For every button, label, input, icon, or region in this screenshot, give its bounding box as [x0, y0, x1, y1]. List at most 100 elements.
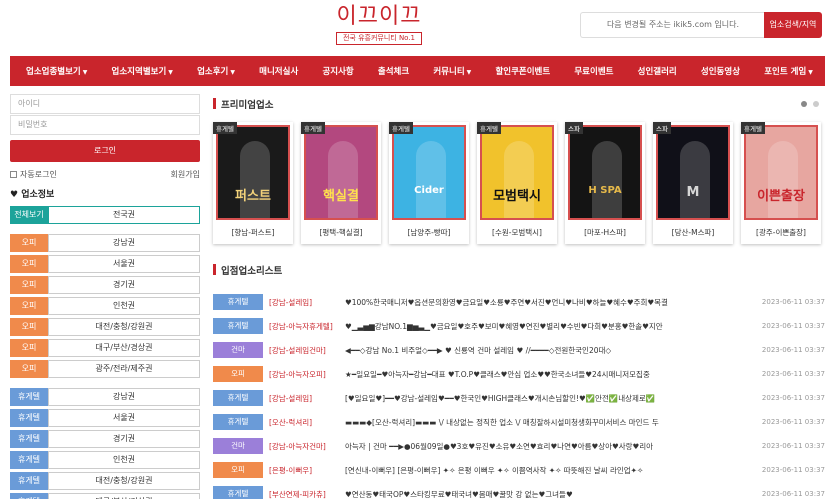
card-image[interactable]: 모범택시 [480, 125, 554, 220]
premium-card[interactable]: M 스파 [당산-M스파] [653, 122, 733, 244]
category-region[interactable]: 서울권 [48, 255, 200, 273]
premium-card[interactable]: 핵실결 휴게텔 [평택-핵실결] [301, 122, 381, 244]
region-row[interactable]: 휴게텔대구/부산/경상권 [10, 493, 200, 499]
person-silhouette [240, 141, 270, 218]
business-name[interactable]: [강남-아늑자건마] [263, 441, 345, 452]
listing-title[interactable]: [연신내-이뻐우] [은평-이뻐우] ✦✧ 은평 이뻐우 ✦✧ 이쁨역사작 ✦✧… [345, 465, 759, 476]
listing-title[interactable]: ◀━━◇강남 No.1 비주얼◇━━▶ ♥ 신룡역 건마 설레임 ♥ //━━━… [345, 345, 759, 356]
list-row[interactable]: 휴게텔 [강남-아늑자휴게텔] ♥▁▃▅▆강남NO.1▆▅▃▁♥금요일♥호주♥보미♥… [213, 314, 825, 338]
listing-title[interactable]: ♥100%한국매니저♥옵션문의환영♥금요일♥소룡♥주연♥서진♥언니♥나비♥하늘♥… [345, 297, 759, 308]
business-name[interactable]: [강남-설레임건마] [263, 345, 345, 356]
join-link[interactable]: 회원가입 [171, 169, 200, 180]
nav-item[interactable]: 업소후기 ▼ [197, 65, 235, 77]
region-row[interactable]: 오피 서울권 [10, 255, 200, 273]
nav-item[interactable]: 출석체크 [378, 65, 409, 77]
region-row[interactable]: 오피 광주/전라/제주권 [10, 360, 200, 378]
business-name[interactable]: [강남-설레임] [263, 297, 345, 308]
listing-title[interactable]: ▬▬▬◆[오산-럭셔리]▬▬▬ \/ 내상없는 정직한 업소 \/ 매칭잘하시설… [345, 417, 759, 428]
region-row[interactable]: 오피 대전/충청/강원권 [10, 318, 200, 336]
listing-title[interactable]: [♥일요일♥]━━♥강남-설레임♥━━♥한국인♥HIGH클래스♥개시손님할인!♥… [345, 393, 759, 404]
nav-item[interactable]: 성인동영상 [701, 65, 740, 77]
list-row[interactable]: 휴게텔 [오산-럭셔리] ▬▬▬◆[오산-럭셔리]▬▬▬ \/ 내상없는 정직한 업… [213, 410, 825, 434]
business-name[interactable]: [강남-아늑자휴게텔] [263, 321, 345, 332]
auto-login-checkbox[interactable]: 자동로그인 [10, 169, 57, 180]
username-input[interactable]: 아이디 [10, 94, 200, 114]
nav-item[interactable]: 업소지역별보기 ▼ [112, 65, 173, 77]
region-row[interactable]: 휴게텔 인천권 [10, 451, 200, 469]
category-region[interactable]: 대구/부산/경상권 [48, 493, 200, 499]
category-region[interactable]: 경기권 [48, 430, 200, 448]
card-caption[interactable]: [평택-핵실결] [301, 227, 381, 238]
category-region[interactable]: 대구/부산/경상권 [48, 339, 200, 357]
business-name[interactable]: [강남-아늑자오피] [263, 369, 345, 380]
premium-card[interactable]: H SPA 스파 [마포-H스파] [565, 122, 645, 244]
nav-item[interactable]: 포인트 게임 ▼ [764, 65, 813, 77]
card-image[interactable]: 이쁜출장 [744, 125, 818, 220]
business-name[interactable]: [부산연제-피카츄] [263, 489, 345, 499]
region-row[interactable]: 휴게텔 대전/충청/강원권 [10, 472, 200, 490]
password-input[interactable]: 비밀번호 [10, 115, 200, 135]
premium-card[interactable]: 이쁜출장 휴게텔 [광주-이쁜출장] [741, 122, 821, 244]
category-region[interactable]: 전국권 [48, 206, 200, 224]
checkbox-icon[interactable] [10, 170, 17, 178]
card-image[interactable]: 핵실결 [304, 125, 378, 220]
login-button[interactable]: 로그인 [10, 140, 200, 162]
card-image[interactable]: H SPA [568, 125, 642, 220]
card-caption[interactable]: [마포-H스파] [565, 227, 645, 238]
category-region[interactable]: 대전/충청/강원권 [48, 318, 200, 336]
premium-card[interactable]: Cider 휴게텔 [남양주-빵따] [389, 122, 469, 244]
list-row[interactable]: 오피 [강남-아늑자오피] ★━일요일━♥아늑자━강남━대표 ♥T.O.P♥클래스♥… [213, 362, 825, 386]
category-region[interactable]: 인천권 [48, 451, 200, 469]
card-caption[interactable]: [당산-M스파] [653, 227, 733, 238]
premium-card[interactable]: 퍼스트 휴게텔 [향남-퍼스트] [213, 122, 293, 244]
region-row[interactable]: 오피 대구/부산/경상권 [10, 339, 200, 357]
all-region-row[interactable]: 전체보기 전국권 [10, 206, 200, 224]
listing-title[interactable]: ♥연산동♥태국OP♥스타킹무료♥태국녀♥몸매♥꿀맛 강 없는♥그녀들♥ [345, 489, 759, 499]
list-row[interactable]: 오피 [은평-이뻐우] [연신내-이뻐우] [은평-이뻐우] ✦✧ 은평 이뻐우 ✦… [213, 458, 825, 482]
card-image[interactable]: 퍼스트 [216, 125, 290, 220]
category-region[interactable]: 광주/전라/제주권 [48, 360, 200, 378]
business-name[interactable]: [오산-럭셔리] [263, 417, 345, 428]
region-row[interactable]: 휴게텔 경기권 [10, 430, 200, 448]
business-name[interactable]: [강남-설레임] [263, 393, 345, 404]
listing-title[interactable]: ♥▁▃▅▆강남NO.1▆▅▃▁♥금요일♥호주♥보미♥혜영♥연진♥별리♥수빈♥다희… [345, 321, 759, 332]
category-region[interactable]: 강남권 [48, 388, 200, 406]
nav-item[interactable]: 커뮤니티 ▼ [433, 65, 471, 77]
category-region[interactable]: 인천권 [48, 297, 200, 315]
category-region[interactable]: 강남권 [48, 234, 200, 252]
category-region[interactable]: 경기권 [48, 276, 200, 294]
region-row[interactable]: 오피 경기권 [10, 276, 200, 294]
region-row[interactable]: 오피 강남권 [10, 234, 200, 252]
nav-item[interactable]: 성인갤러리 [638, 65, 677, 77]
region-row[interactable]: 오피 인천권 [10, 297, 200, 315]
site-logo[interactable]: 이끄이끄 전국 유흥커뮤니티 No.1 [333, 4, 425, 45]
main-nav: 업소업종별보기 ▼ 업소지역별보기 ▼ 업소후기 ▼ 매니저실사 공지사항 출석체크 커뮤니티 ▼ 할… [10, 56, 825, 86]
card-caption[interactable]: [향남-퍼스트] [213, 227, 293, 238]
carousel-dot[interactable] [813, 101, 819, 107]
category-region[interactable]: 서울권 [48, 409, 200, 427]
premium-card[interactable]: 모범택시 휴게텔 [수원-모범택시] [477, 122, 557, 244]
region-row[interactable]: 휴게텔 강남권 [10, 388, 200, 406]
list-row[interactable]: 휴게텔 [부산연제-피카츄] ♥연산동♥태국OP♥스타킹무료♥태국녀♥몸매♥꿀맛 강… [213, 482, 825, 499]
list-row[interactable]: 휴게텔 [강남-설레임] [♥일요일♥]━━♥강남-설레임♥━━♥한국인♥HIGH클… [213, 386, 825, 410]
card-image[interactable]: Cider [392, 125, 466, 220]
nav-item[interactable]: 공지사항 [322, 65, 353, 77]
list-row[interactable]: 건마 [강남-아늑자건마] 아늑자 | 건마 ━━▶●06월09일●♥3호♥유진♥소… [213, 434, 825, 458]
nav-item[interactable]: 무료이벤트 [574, 65, 613, 77]
list-row[interactable]: 건마 [강남-설레임건마] ◀━━◇강남 No.1 비주얼◇━━▶ ♥ 신룡역 건마… [213, 338, 825, 362]
carousel-dot[interactable] [801, 101, 807, 107]
nav-item[interactable]: 매니저실사 [259, 65, 298, 77]
card-image[interactable]: M [656, 125, 730, 220]
list-row[interactable]: 휴게텔 [강남-설레임] ♥100%한국매니저♥옵션문의환영♥금요일♥소룡♥주연♥서… [213, 290, 825, 314]
card-caption[interactable]: [남양주-빵따] [389, 227, 469, 238]
card-caption[interactable]: [수원-모범택시] [477, 227, 557, 238]
business-name[interactable]: [은평-이뻐우] [263, 465, 345, 476]
listing-title[interactable]: ★━일요일━♥아늑자━강남━대표 ♥T.O.P♥클래스♥안심 업소♥♥한국소녀들… [345, 369, 759, 380]
search-region-button[interactable]: 업소검색/지역 [764, 12, 822, 38]
category-region[interactable]: 대전/충청/강원권 [48, 472, 200, 490]
card-caption[interactable]: [광주-이쁜출장] [741, 227, 821, 238]
nav-item[interactable]: 업소업종별보기 ▼ [26, 65, 87, 77]
region-row[interactable]: 휴게텔 서울권 [10, 409, 200, 427]
nav-item[interactable]: 할인쿠폰이벤트 [495, 65, 550, 77]
listing-title[interactable]: 아늑자 | 건마 ━━▶●06월09일●♥3호♥유진♥소유♥소연♥효리♥나연♥아… [345, 441, 759, 452]
